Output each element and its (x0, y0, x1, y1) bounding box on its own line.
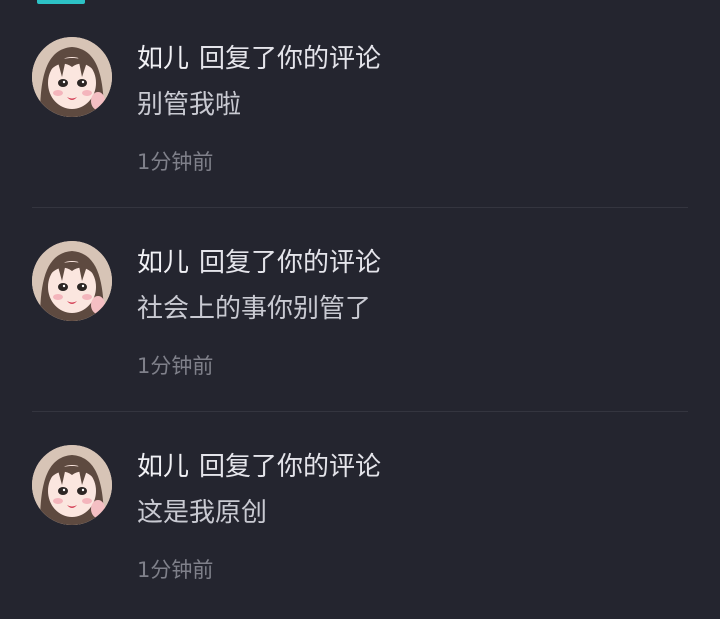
timestamp: 1分钟前 (137, 150, 214, 174)
notification-action: 回复了你的评论 (199, 452, 382, 482)
user-avatar[interactable] (32, 241, 112, 321)
timestamp: 1分钟前 (137, 558, 214, 582)
user-avatar[interactable] (32, 37, 112, 117)
notification-title: 如儿 回复了你的评论 (137, 448, 381, 486)
notification-action: 回复了你的评论 (199, 44, 382, 74)
user-avatar[interactable] (32, 445, 112, 525)
comment-message[interactable]: 这是我原创 (137, 494, 267, 532)
comment-message[interactable]: 社会上的事你别管了 (137, 290, 371, 328)
notification-item[interactable]: 如儿 回复了你的评论 社会上的事你别管了 1分钟前 (0, 208, 720, 412)
timestamp: 1分钟前 (137, 354, 214, 378)
comment-message[interactable]: 别管我啦 (137, 86, 241, 124)
notification-action: 回复了你的评论 (199, 248, 382, 278)
notification-title: 如儿 回复了你的评论 (137, 40, 381, 78)
anime-girl-avatar-icon (32, 445, 112, 525)
notification-item[interactable]: 如儿 回复了你的评论 别管我啦 1分钟前 (0, 4, 720, 208)
user-name[interactable]: 如儿 (137, 452, 189, 482)
anime-girl-avatar-icon (32, 241, 112, 321)
anime-girl-avatar-icon (32, 37, 112, 117)
user-name[interactable]: 如儿 (137, 44, 189, 74)
notifications-page: 如儿 回复了你的评论 别管我啦 1分钟前 如儿 回复了你的评论 社会上的事你别管… (0, 0, 720, 619)
notification-title: 如儿 回复了你的评论 (137, 244, 381, 282)
notification-item[interactable]: 如儿 回复了你的评论 这是我原创 1分钟前 (0, 412, 720, 616)
user-name[interactable]: 如儿 (137, 248, 189, 278)
